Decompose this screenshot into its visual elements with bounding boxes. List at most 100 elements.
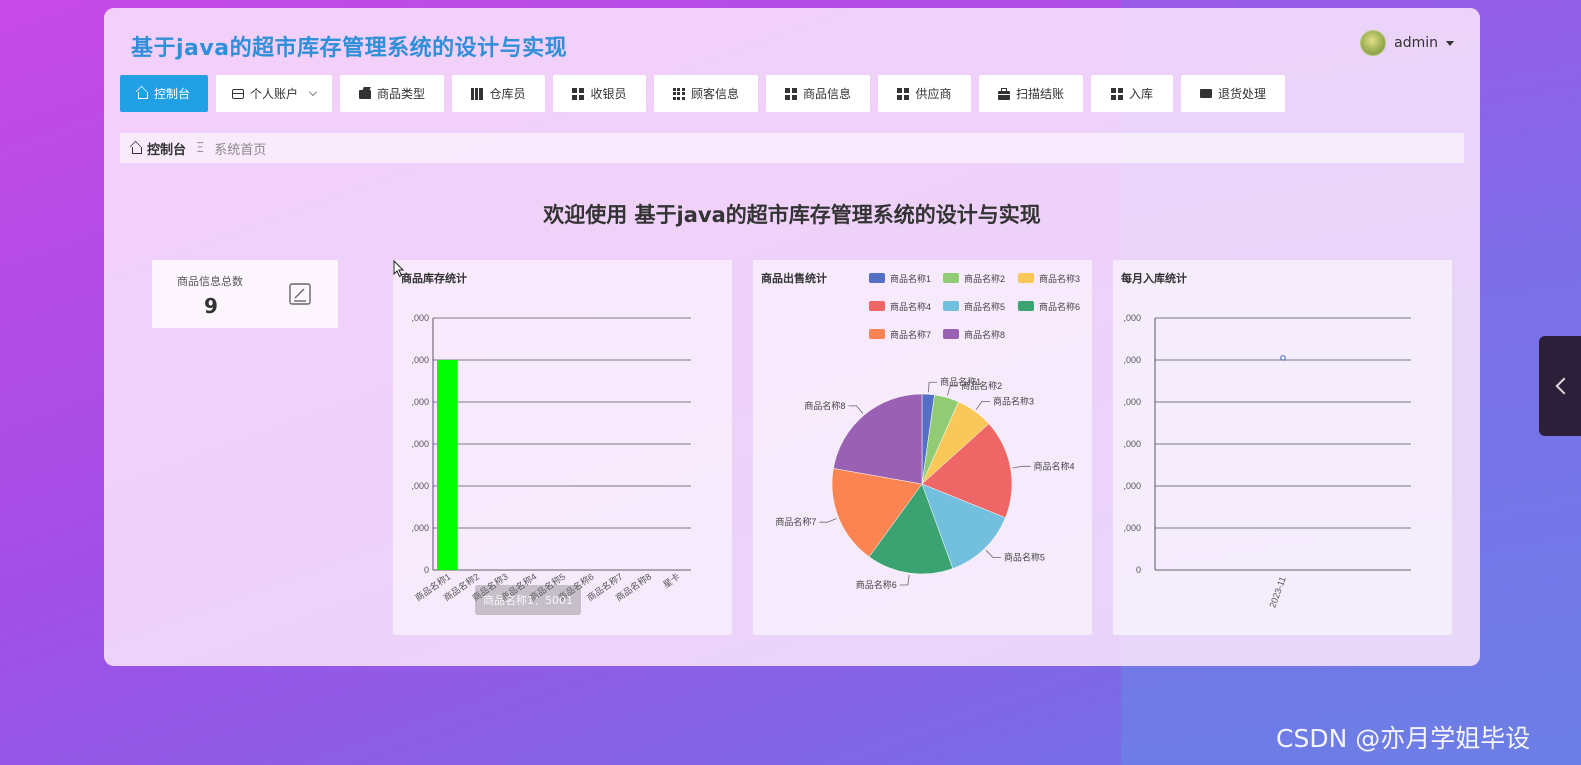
chevron-down-icon	[308, 87, 318, 97]
slice-label: 商品名称7	[775, 516, 816, 527]
breadcrumb-home[interactable]: 控制台	[132, 139, 186, 158]
avatar	[1360, 30, 1387, 56]
slice-leader	[975, 401, 990, 410]
legend-label: 商品名称7	[890, 329, 931, 340]
nav-item-label: 商品信息	[802, 87, 851, 101]
stat-card-product-total: 商品信息总数 9	[152, 260, 338, 328]
slice-label: 商品名称2	[961, 380, 1002, 391]
legend-label: 商品名称2	[964, 273, 1005, 284]
legend-swatch	[1018, 301, 1034, 311]
nav-item-console[interactable]: 控制台	[120, 75, 208, 112]
y-tick-label: ,000	[411, 313, 429, 323]
mouse-cursor-icon	[393, 260, 405, 278]
nav-item-customer[interactable]: 顾客信息	[654, 75, 758, 112]
legend-swatch	[869, 273, 885, 283]
book-icon	[471, 87, 484, 100]
stat-label: 商品信息总数	[177, 275, 243, 288]
legend-swatch	[943, 301, 959, 311]
data-point	[1280, 355, 1286, 361]
chart-card-monthly-stock-in: 每月入库统计 ,000,000,000,000,000,000 0 2023-11	[1113, 260, 1452, 635]
slice-label: 商品名称3	[993, 395, 1034, 406]
monthly-stock-in-chart[interactable]: ,000 ,000 ,000 ,000 ,000 ,000 0 2023-11	[1113, 260, 1452, 635]
grid-icon	[897, 87, 910, 100]
chart-card-stock: 商品库存统计 ,000,000,000,000,000,000 0 商品名称1 商品名…	[393, 260, 732, 635]
legend-label: 商品名称6	[1039, 301, 1080, 312]
main-window: 基于java的超市库存管理系统的设计与实现 admin 控制台 个人账户 商品类…	[104, 8, 1480, 666]
wallet-icon	[231, 88, 244, 99]
legend-swatch	[869, 301, 885, 311]
briefcase-icon	[997, 87, 1010, 100]
nav-item-cashier[interactable]: 收银员	[553, 75, 646, 112]
nav-item-label: 顾客信息	[690, 87, 739, 101]
app-title: 基于java的超市库存管理系统的设计与实现	[131, 36, 568, 61]
nav-item-supplier[interactable]: 供应商	[878, 75, 971, 112]
user-name: admin	[1394, 35, 1438, 51]
nav-item-label: 入库	[1128, 87, 1153, 101]
y-tick-label: ,000	[1123, 313, 1141, 323]
x-tick-label: 2023-11	[1267, 575, 1287, 609]
y-tick-label: ,000	[411, 397, 429, 407]
nav-item-warehouse-staff[interactable]: 仓库员	[452, 75, 545, 112]
grid-icon	[784, 87, 797, 100]
nav-item-label: 个人账户	[249, 87, 298, 101]
nav-item-product-info[interactable]: 商品信息	[766, 75, 870, 112]
nav-item-label: 商品类型	[376, 87, 425, 101]
nav-item-label: 退货处理	[1217, 87, 1266, 101]
y-tick-label: ,000	[1123, 481, 1141, 491]
breadcrumb-current: 系统首页	[214, 142, 267, 158]
nav-item-product-type[interactable]: 商品类型	[340, 75, 444, 112]
folder-icon	[358, 90, 371, 99]
nav-item-label: 控制台	[153, 87, 190, 101]
user-menu[interactable]: admin	[1360, 29, 1454, 57]
legend-label: 商品名称3	[1039, 273, 1080, 284]
nav-item-label: 仓库员	[489, 87, 526, 101]
caret-down-icon	[1446, 40, 1454, 46]
nav-item-account[interactable]: 个人账户	[216, 75, 332, 112]
slice-leader	[985, 549, 1001, 558]
pie-slice	[833, 393, 923, 485]
y-tick-label: 0	[424, 565, 429, 575]
chat-icon	[1199, 84, 1212, 98]
nav-item-label: 供应商	[915, 87, 952, 101]
y-tick-label: ,000	[1123, 523, 1141, 533]
y-tick-label: ,000	[1123, 397, 1141, 407]
slice-label: 商品名称4	[1033, 460, 1074, 471]
chevron-left-icon	[1555, 377, 1573, 395]
slice-label: 商品名称6	[856, 579, 897, 590]
stock-bar-chart[interactable]: ,000,000,000,000,000,0000商品名称1商品名称2商品名称3…	[393, 260, 732, 635]
y-tick-label: ,000	[1123, 355, 1141, 365]
chart-tooltip: 商品名称1：5001	[475, 585, 581, 615]
slice-label: 商品名称5	[1004, 551, 1045, 562]
home-icon	[132, 146, 142, 154]
legend-label: 商品名称4	[890, 301, 931, 312]
watermark-text: CSDN @亦月学姐毕设	[1276, 724, 1531, 753]
bar	[437, 359, 458, 570]
grid-icon	[572, 87, 585, 100]
y-tick-label: ,000	[411, 439, 429, 449]
nav-item-label: 收银员	[590, 87, 627, 101]
slice-leader	[899, 575, 910, 586]
y-tick-label: ,000	[411, 355, 429, 365]
edit-icon	[289, 283, 311, 305]
breadcrumb-home-label: 控制台	[147, 142, 187, 158]
slice-leader	[928, 381, 938, 393]
sidebar-toggle[interactable]	[1539, 336, 1581, 436]
legend-swatch	[943, 273, 959, 283]
nav-item-stock-in[interactable]: 入库	[1091, 75, 1173, 112]
nav-item-checkout[interactable]: 扫描结账	[979, 75, 1083, 112]
grid-icon	[1110, 87, 1123, 100]
legend-swatch	[943, 329, 959, 339]
nav-item-returns[interactable]: 退货处理	[1181, 75, 1285, 112]
slice-leader	[819, 518, 837, 523]
legend-swatch	[869, 329, 885, 339]
sales-pie-chart[interactable]: 商品名称1 商品名称2 商品名称3 商品名称4 商品名称5 商品名称6 商品名称7 商品名称8…	[753, 260, 1092, 635]
x-tick-label: 星卡	[661, 571, 682, 590]
y-tick-label: ,000	[411, 523, 429, 533]
legend-swatch	[1018, 273, 1034, 283]
y-tick-label: 0	[1136, 565, 1141, 575]
grid9-icon	[672, 87, 685, 100]
slice-leader	[1012, 465, 1031, 469]
nav-item-label: 扫描结账	[1015, 87, 1064, 101]
y-tick-label: ,000	[411, 481, 429, 491]
slice-leader	[848, 405, 864, 414]
